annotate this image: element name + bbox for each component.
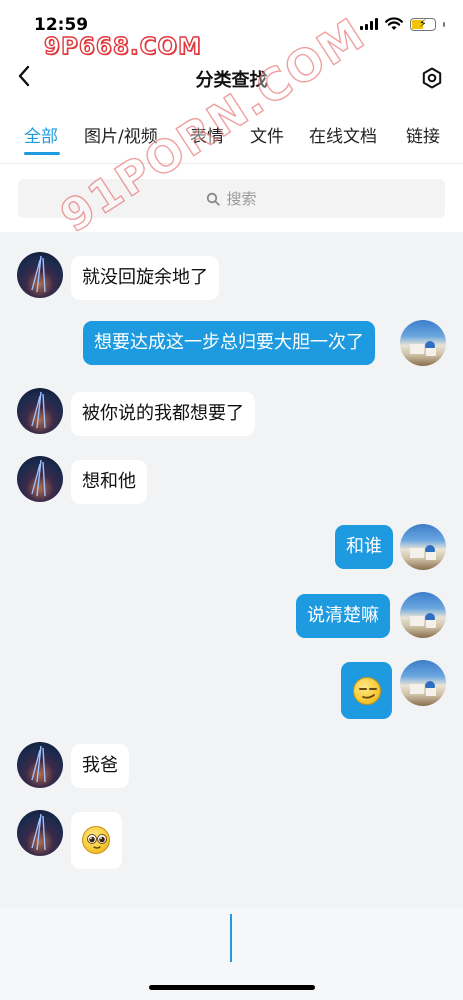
contact-avatar[interactable] xyxy=(17,810,63,856)
active-tab-indicator xyxy=(24,152,60,155)
contact-avatar[interactable] xyxy=(17,742,63,788)
self-avatar[interactable] xyxy=(400,320,446,366)
battery-icon: ⚡ xyxy=(410,17,436,31)
message-bubble-outgoing[interactable]: 想要达成这一步总归要大胆一次了 xyxy=(83,321,375,365)
signal-icon xyxy=(360,18,378,30)
search-placeholder: 搜索 xyxy=(226,190,257,208)
contact-avatar[interactable] xyxy=(17,388,63,434)
watermark-top: 9P668.COM xyxy=(43,33,202,60)
search-icon xyxy=(207,192,221,206)
home-indicator[interactable] xyxy=(149,985,315,990)
message-bubble-incoming[interactable]: 我爸 xyxy=(71,744,129,788)
tab-all[interactable]: 全部 xyxy=(24,122,58,147)
puppy-eyes-emoji-icon xyxy=(82,826,110,854)
tab-links[interactable]: 链接 xyxy=(406,122,440,147)
contact-avatar[interactable] xyxy=(17,252,63,298)
message-bubble-incoming[interactable]: 就没回旋余地了 xyxy=(71,256,219,300)
message-bubble-incoming[interactable]: 想和他 xyxy=(71,460,147,504)
message-bubble-outgoing[interactable]: 和谁 xyxy=(335,525,393,569)
chat-message-list: 就没回旋余地了 想要达成这一步总归要大胆一次了 被你说的我都想要了 想和他 和谁… xyxy=(0,232,463,908)
wifi-icon xyxy=(385,17,403,30)
message-bubble-incoming-sticker[interactable] xyxy=(71,812,122,869)
settings-hexagon-icon[interactable] xyxy=(421,67,443,89)
smirk-emoji-icon xyxy=(353,677,381,705)
battery-cap xyxy=(443,21,445,27)
self-avatar[interactable] xyxy=(400,660,446,706)
text-cursor xyxy=(230,914,232,962)
contact-avatar[interactable] xyxy=(17,456,63,502)
status-time: 12:59 xyxy=(34,15,89,35)
status-icons: ⚡ xyxy=(360,16,445,32)
message-bubble-outgoing[interactable]: 说清楚嘛 xyxy=(296,594,390,638)
self-avatar[interactable] xyxy=(400,524,446,570)
message-bubble-incoming[interactable]: 被你说的我都想要了 xyxy=(71,392,255,436)
self-avatar[interactable] xyxy=(400,592,446,638)
tab-online-docs[interactable]: 在线文档 xyxy=(309,122,377,147)
message-input-area[interactable] xyxy=(0,908,463,1000)
message-bubble-outgoing-sticker[interactable] xyxy=(341,662,392,719)
